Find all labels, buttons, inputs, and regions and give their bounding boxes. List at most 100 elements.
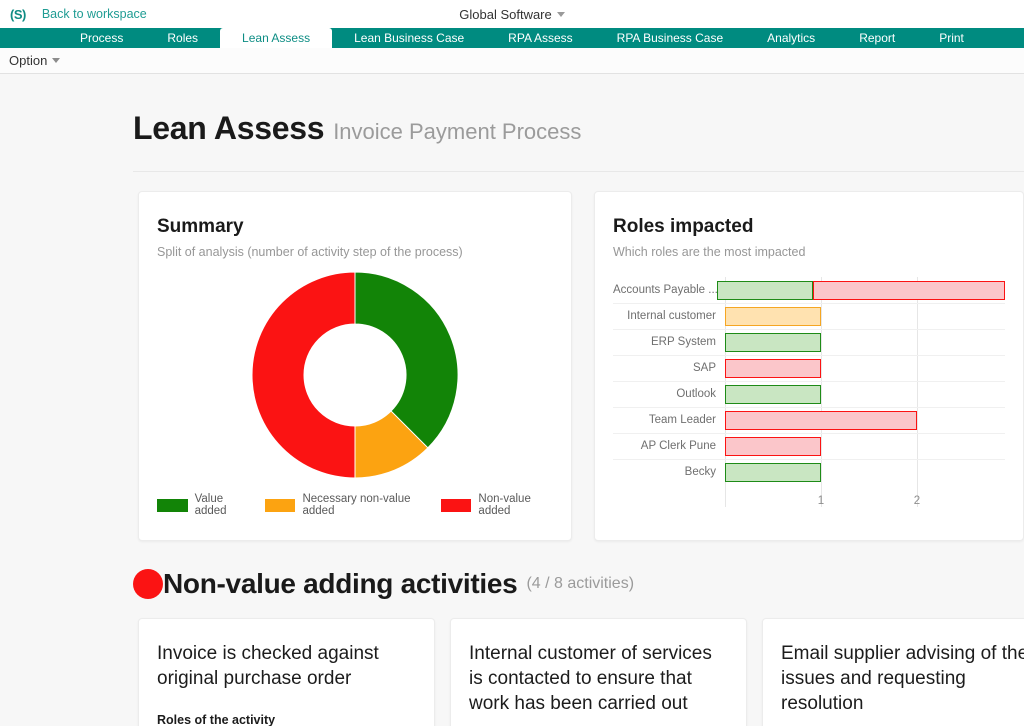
option-bar: Option (0, 48, 1024, 74)
row-separator (613, 329, 1005, 330)
legend-swatch-icon (157, 498, 188, 512)
activity-card[interactable]: Invoice is checked against original purc… (138, 618, 435, 726)
nav-tab-roles[interactable]: Roles (145, 28, 220, 48)
legend-label: Value added (194, 493, 227, 517)
bar-category-label: Outlook (676, 388, 716, 400)
roles-impacted-card: Roles impacted Which roles are the most … (594, 191, 1024, 541)
non-value-activity-count: (4 / 8 activities) (526, 575, 635, 592)
app-logo: (S) (10, 6, 26, 22)
bar-row[interactable]: Internal customer (613, 303, 1005, 329)
bar-segment[interactable] (725, 384, 821, 404)
legend-swatch-icon (264, 498, 296, 512)
bar-row[interactable]: Outlook (613, 381, 1005, 407)
row-separator (613, 381, 1005, 382)
bar-track (725, 433, 1005, 459)
roles-card-subtitle: Which roles are the most impacted (613, 245, 806, 259)
activity-cards-row: Invoice is checked against original purc… (138, 618, 1024, 726)
bar-row[interactable]: Accounts Payable ... (613, 277, 1005, 303)
row-separator (613, 433, 1005, 434)
back-to-workspace-link[interactable]: Back to workspace (42, 7, 147, 21)
donut-chart-svg (251, 271, 459, 479)
legend-item: Necessary non-value added (264, 493, 425, 517)
nav-tab-lean-business-case[interactable]: Lean Business Case (332, 28, 486, 48)
nav-tab-analytics[interactable]: Analytics (745, 28, 837, 48)
x-tick-label: 2 (913, 495, 921, 507)
bar-category-label: AP Clerk Pune (640, 440, 716, 452)
nav-tab-process[interactable]: Process (58, 28, 145, 48)
bar-track (725, 407, 1005, 433)
bar-row[interactable]: Becky (613, 459, 1005, 485)
legend-swatch-icon (440, 498, 472, 512)
roles-bar-chart: Accounts Payable ... Internal customer ERP… (613, 277, 1005, 507)
charts-row: Summary Split of analysis (number of act… (138, 191, 1024, 541)
legend-label: Non-value added (478, 493, 531, 517)
activity-card[interactable]: Internal customer of services is contact… (450, 618, 747, 726)
bar-segment[interactable] (717, 280, 813, 300)
nav-tab-print[interactable]: Print (917, 28, 986, 48)
x-tick-label: 1 (817, 495, 825, 507)
bar-row[interactable]: ERP System (613, 329, 1005, 355)
bar-row[interactable]: SAP (613, 355, 1005, 381)
bar-category-label: Team Leader (648, 414, 716, 426)
nav-tab-rpa-assess[interactable]: RPA Assess (486, 28, 594, 48)
legend-item: Value added (157, 493, 249, 517)
activity-name: Invoice is checked against original purc… (157, 643, 379, 690)
bar-segment[interactable] (725, 306, 821, 326)
page-title: Lean Assess (133, 110, 325, 146)
donut-slice-value-added[interactable] (354, 271, 459, 449)
bar-track (725, 381, 1005, 407)
page-content: Lean Assess Invoice Payment Process Summa… (0, 110, 1024, 726)
bar-segment[interactable] (725, 462, 821, 482)
roles-card-title: Roles impacted (613, 216, 754, 237)
bar-track (725, 459, 1005, 485)
bar-segment[interactable] (813, 280, 1005, 300)
bar-category-label: Becky (684, 466, 716, 478)
bar-segment[interactable] (725, 332, 821, 352)
bar-track (725, 329, 1005, 355)
donut-legend: Value added Necessary non-value added Non-… (157, 493, 553, 517)
legend-item: Non-value added (440, 493, 553, 517)
row-separator (613, 303, 1005, 304)
page-header: Lean Assess Invoice Payment Process (133, 110, 1024, 172)
summary-card: Summary Split of analysis (number of act… (138, 191, 572, 541)
nav-tab-rpa-business-case[interactable]: RPA Business Case (595, 28, 746, 48)
row-separator (613, 459, 1005, 460)
bar-segment[interactable] (725, 358, 821, 378)
donut-slice-non-value-added[interactable] (251, 271, 356, 479)
bar-segment[interactable] (725, 410, 917, 430)
org-selector: Global Software (0, 7, 1024, 22)
red-circle-icon (133, 569, 163, 599)
activity-roles-label: Roles of the activity (157, 713, 276, 726)
page-subtitle: Invoice Payment Process (333, 119, 582, 144)
bar-track (725, 303, 1005, 329)
main-nav-tabs: Process Roles Lean Assess Lean Business Cas… (0, 28, 1024, 48)
bar-category-label: ERP System (651, 336, 716, 348)
summary-card-title: Summary (157, 216, 244, 237)
summary-card-subtitle: Split of analysis (number of activity st… (157, 245, 463, 259)
bar-track (725, 355, 1005, 381)
activity-card[interactable]: Email supplier advising of the issues an… (762, 618, 1024, 726)
non-value-section-header: Non-value adding activities (4 / 8 activ… (133, 568, 1024, 600)
row-separator (613, 355, 1005, 356)
bar-category-label: Internal customer (627, 310, 716, 322)
bar-row[interactable]: AP Clerk Pune (613, 433, 1005, 459)
org-name-label[interactable]: Global Software (459, 7, 552, 22)
non-value-section-title: Non-value adding activities (163, 568, 518, 599)
legend-label: Necessary non-value added (302, 493, 411, 517)
x-axis-ticks: 12 (725, 495, 1005, 507)
chevron-down-icon[interactable] (52, 58, 61, 63)
bar-segment[interactable] (725, 436, 821, 456)
nav-tab-report[interactable]: Report (837, 28, 917, 48)
bar-track (717, 277, 1005, 303)
nav-tab-lean-assess[interactable]: Lean Assess (220, 28, 333, 48)
activity-name: Email supplier advising of the issues an… (781, 643, 1024, 715)
activity-name: Internal customer of services is contact… (469, 643, 712, 715)
row-separator (613, 407, 1005, 408)
donut-chart (157, 269, 553, 481)
bar-category-label: SAP (692, 362, 716, 374)
top-bar: (S) Back to workspace Global Software (0, 0, 1024, 28)
chevron-down-icon[interactable] (556, 11, 565, 17)
bar-row[interactable]: Team Leader (613, 407, 1005, 433)
option-menu-label[interactable]: Option (9, 53, 47, 68)
bar-category-label: Accounts Payable ... (613, 284, 717, 296)
